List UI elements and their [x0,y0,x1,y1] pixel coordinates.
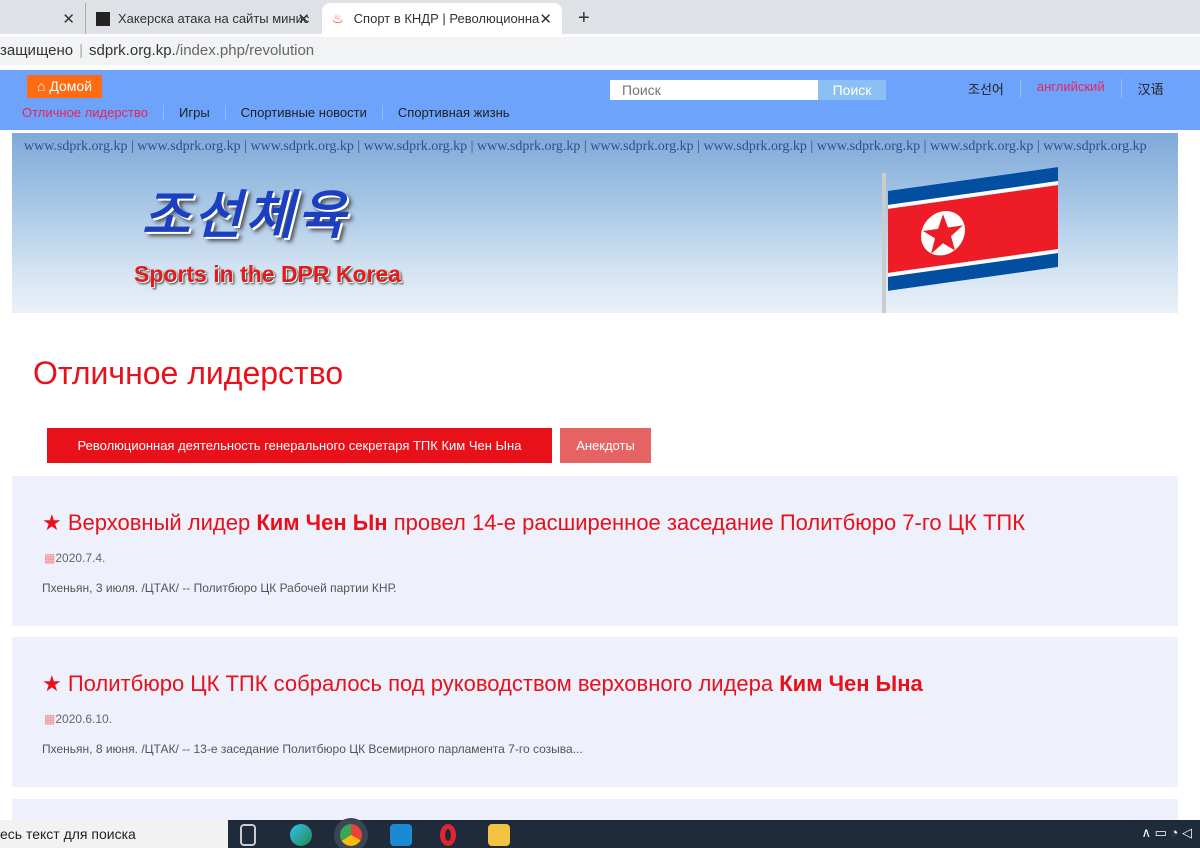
task-view-icon[interactable] [240,824,256,846]
mail-icon[interactable] [390,824,412,846]
close-icon[interactable]: ✕ [62,10,75,28]
system-tray-icons[interactable]: ∧ ▭ ◔ ◁ [1142,825,1192,841]
language-switcher: 조선어 английский 汉语 [968,79,1180,98]
browser-tab[interactable]: Хакерска атака на сайты минис ✕ [85,3,320,34]
article-title[interactable]: ★ Верховный лидер Ким Чен Ын провел 14-е… [42,510,1025,536]
favicon-icon [96,11,110,26]
article-card: ★ Верховный лидер Ким Чен Ын провел 14-е… [12,476,1178,626]
article-card: ★ Политбюро ЦК ТПК собралось под руковод… [12,637,1178,787]
flagpole [882,173,886,313]
page-title: Отличное лидерство [33,355,344,391]
article-title[interactable]: ★ Политбюро ЦК ТПК собралось под руковод… [42,671,923,697]
main-menu: Отличное лидерство Игры Спортивные новос… [22,105,525,120]
revolutionary-activity-button[interactable]: Революционная деятельность генерального … [47,428,552,463]
security-label[interactable]: защищено [0,42,73,59]
browser-tab-previous[interactable]: ✕ [0,3,85,34]
menu-item-sports-life[interactable]: Спортивная жизнь [381,105,525,120]
new-tab-button[interactable]: + [568,3,600,34]
favicon-icon: ♨ [332,10,344,26]
star-icon: ★ [42,510,68,535]
calendar-icon: ▦ [44,551,56,565]
browser-tab-strip: ✕ Хакерска атака на сайты минис ✕ ♨ Спорт… [0,0,1200,34]
edge-icon[interactable] [290,824,312,846]
lang-chinese[interactable]: 汉语 [1120,79,1180,98]
dprk-flag-icon [888,167,1058,291]
logo-korean: 조선체육 [142,187,350,245]
search-button[interactable]: Поиск [818,80,886,100]
home-button[interactable]: ⌂ Домой [27,75,103,98]
chrome-icon[interactable] [340,824,362,846]
file-explorer-icon[interactable] [488,824,510,846]
close-icon[interactable]: ✕ [297,10,310,28]
logo-english: Sports in the DPR Korea [134,261,402,287]
lang-korean[interactable]: 조선어 [968,79,1020,98]
menu-item-games[interactable]: Игры [163,105,225,120]
menu-item-sports-news[interactable]: Спортивные новости [224,105,382,120]
menu-item-leadership[interactable]: Отличное лидерство [22,105,163,120]
article-date: 2020.6.10. [55,712,113,726]
url-host: sdprk.org.kp. [89,42,176,59]
site-banner: www.sdprk.org.kp | www.sdprk.org.kp | ww… [12,133,1178,313]
article-date: 2020.7.4. [55,551,106,565]
article-summary: Пхеньян, 3 июля. /ЦТАК/ -- Политбюро ЦК … [42,581,397,595]
article-summary: Пхеньян, 8 июня. /ЦТАК/ -- 13-е заседани… [42,742,583,756]
url-path: /index.php/revolution [175,42,315,59]
opera-icon[interactable] [440,824,456,846]
close-icon[interactable]: ✕ [539,10,552,28]
banner-watermark: www.sdprk.org.kp | www.sdprk.org.kp | ww… [24,139,1147,154]
address-bar[interactable]: защищено | sdprk.org.kp./index.php/revolut… [0,34,1200,68]
search-form: Поиск [610,80,886,100]
taskbar-search[interactable]: есь текст для поиска [0,820,228,848]
home-icon: ⌂ [37,78,50,94]
anecdotes-button[interactable]: Анекдоты [560,428,651,463]
search-input[interactable] [610,80,818,100]
site-navbar: ⌂ Домой Отличное лидерство Игры Спортивн… [0,70,1200,130]
browser-tab-active[interactable]: ♨ Спорт в КНДР | Революционна ✕ [322,3,562,34]
windows-taskbar: есь текст для поиска ∧ ▭ ◔ ◁ [0,820,1200,848]
calendar-icon: ▦ [44,712,56,726]
lang-english[interactable]: английский [1019,79,1121,98]
star-icon: ★ [42,671,68,696]
